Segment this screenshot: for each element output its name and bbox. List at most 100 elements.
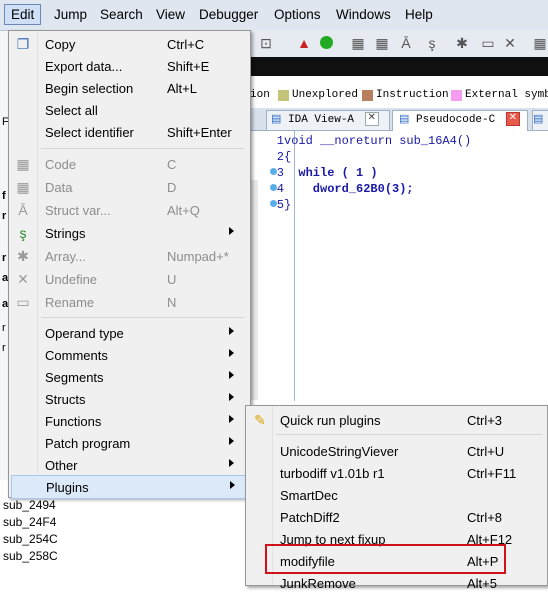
menu-separator (41, 148, 245, 149)
edit-menu: ❐ Copy Ctrl+C Export data... Shift+E Beg… (8, 30, 251, 499)
menu-item-comments[interactable]: Comments (11, 344, 247, 366)
menu-item-label: Select all (45, 103, 98, 118)
ida-view-icon: ▤ (533, 114, 544, 126)
list-item[interactable]: sub_2494 (3, 498, 56, 512)
menu-item-shortcut: Alt+L (167, 81, 197, 96)
warning-icon[interactable]: ▲ (296, 35, 312, 51)
menu-item-label: Export data... (45, 59, 123, 74)
menu-item-strings[interactable]: ş Strings (11, 222, 247, 244)
run-icon[interactable] (318, 35, 334, 51)
menu-item-functions[interactable]: Functions (11, 410, 247, 432)
menu-item-array[interactable]: ✱ Array... Numpad+* (11, 245, 247, 267)
submenu-arrow-icon (229, 349, 234, 357)
navigation-band[interactable] (250, 57, 548, 76)
menu-jump[interactable]: Jump (54, 7, 87, 22)
stub-text: r (2, 322, 6, 334)
menu-item-segments[interactable]: Segments (11, 366, 247, 388)
submenu-arrow-icon (229, 437, 234, 445)
list-item[interactable]: sub_24F4 (3, 515, 56, 529)
scrollbar[interactable] (250, 180, 258, 400)
menu-edit[interactable]: Edit (4, 4, 42, 25)
struct-icon[interactable]: ▦ (350, 35, 366, 51)
menu-item-label: Patch program (45, 436, 131, 451)
menu-item-select-identifier[interactable]: Select identifier Shift+Enter (11, 121, 247, 143)
menu-item-label: Array... (45, 249, 86, 264)
array-icon: ✱ (17, 248, 29, 264)
menu-item-unicodestringviever[interactable]: UnicodeStringViever Ctrl+U (248, 440, 544, 462)
menu-item-select-all[interactable]: Select all (11, 99, 247, 121)
menu-options[interactable]: Options (274, 7, 321, 22)
stub-text: r (2, 210, 7, 222)
highlight-annotation (265, 544, 506, 574)
struct2-icon[interactable]: ▦ (532, 35, 548, 51)
strings-icon: ş (19, 225, 27, 241)
line-number: 2 (276, 150, 284, 164)
submenu-arrow-icon (230, 481, 235, 489)
rename-icon[interactable]: ▭ (480, 35, 496, 51)
menu-item-export-data[interactable]: Export data... Shift+E (11, 55, 247, 77)
menu-item-struct-var[interactable]: Ā Struct var... Alt+Q (11, 199, 247, 221)
close-icon[interactable]: ✕ (364, 112, 379, 127)
asterisk-icon[interactable]: ✱ (454, 35, 470, 51)
menu-item-label: Strings (45, 226, 86, 241)
menu-item-shortcut: Ctrl+8 (467, 510, 503, 525)
menu-search[interactable]: Search (100, 7, 143, 22)
menu-item-label: Quick run plugins (280, 413, 381, 428)
text-icon[interactable]: Ā (398, 35, 414, 51)
menu-debugger[interactable]: Debugger (199, 7, 258, 22)
menu-item-label: Comments (45, 348, 108, 363)
submenu-arrow-icon (229, 327, 234, 335)
menu-item-label: Operand type (45, 326, 124, 341)
menu-item-label: Plugins (46, 480, 89, 495)
code-line: 2{ (256, 149, 291, 165)
menu-item-code[interactable]: ▦ Code C (11, 153, 247, 175)
menu-item-structs[interactable]: Structs (11, 388, 247, 410)
toolbar: ⊡ ▲ ▦ ▦ Ā ş ✱ ▭ ✕ ▦ (250, 30, 548, 58)
menu-item-shortcut: U (167, 272, 177, 287)
menu-item-patch-program[interactable]: Patch program (11, 432, 247, 454)
menu-item-rename[interactable]: ▭ Rename N (11, 291, 247, 313)
menu-item-other[interactable]: Other (11, 454, 247, 476)
stub-text: r (2, 342, 6, 354)
submenu-arrow-icon (229, 227, 234, 235)
menu-item-label: PatchDiff2 (280, 510, 340, 525)
legend-label: ion (250, 89, 270, 101)
menu-item-patchdiff2[interactable]: PatchDiff2 Ctrl+8 (248, 506, 544, 528)
menu-item-operand-type[interactable]: Operand type (11, 322, 247, 344)
menu-item-label: Select identifier (45, 125, 134, 140)
tab-pseudocode[interactable]: ▤ Pseudocode-C ✕ (392, 110, 528, 131)
menu-item-undefine[interactable]: ✕ Undefine U (11, 268, 247, 290)
menu-item-label: turbodiff v1.01b r1 (280, 466, 385, 481)
tab-more[interactable]: ▤ (532, 110, 548, 130)
menu-item-copy[interactable]: ❐ Copy Ctrl+C (11, 33, 247, 55)
menu-item-smartdec[interactable]: SmartDec (248, 484, 544, 506)
menu-view[interactable]: View (156, 7, 185, 22)
submenu-arrow-icon (229, 459, 234, 467)
stub-text: f (2, 190, 6, 202)
pseudocode-icon: ▤ (399, 114, 410, 126)
menu-item-junkremove[interactable]: JunkRemove Alt+5 (248, 572, 544, 594)
code-text: void __noreturn sub_16A4() (284, 134, 472, 148)
legend-label: Instruction (376, 89, 449, 101)
menu-item-turbodiff[interactable]: turbodiff v1.01b r1 Ctrl+F11 (248, 462, 544, 484)
close-icon[interactable]: ✕ (502, 35, 518, 51)
graph-icon[interactable]: ⊡ (258, 35, 274, 51)
list-item[interactable]: sub_258C (3, 549, 58, 563)
menu-item-plugins[interactable]: Plugins (11, 475, 247, 499)
tab-bar: ▤ IDA View-A ✕ ▤ Pseudocode-C ✕ ▤ (250, 108, 548, 131)
tab-ida-view[interactable]: ▤ IDA View-A ✕ (266, 110, 390, 130)
string-icon[interactable]: ş (424, 35, 440, 51)
menu-item-quick-run-plugins[interactable]: ✎ Quick run plugins Ctrl+3 (248, 409, 544, 431)
close-icon[interactable]: ✕ (505, 112, 520, 127)
menu-item-shortcut: Ctrl+U (467, 444, 505, 459)
menu-item-data[interactable]: ▦ Data D (11, 176, 247, 198)
menu-windows[interactable]: Windows (336, 7, 391, 22)
array-icon[interactable]: ▦ (374, 35, 390, 51)
menu-item-label: Undefine (45, 272, 98, 287)
menu-item-begin-selection[interactable]: Begin selection Alt+L (11, 77, 247, 99)
list-item[interactable]: sub_254C (3, 532, 58, 546)
copy-icon: ❐ (16, 36, 30, 52)
struct-icon: Ā (18, 202, 28, 218)
line-number: 1 (276, 134, 284, 148)
menu-help[interactable]: Help (405, 7, 433, 22)
